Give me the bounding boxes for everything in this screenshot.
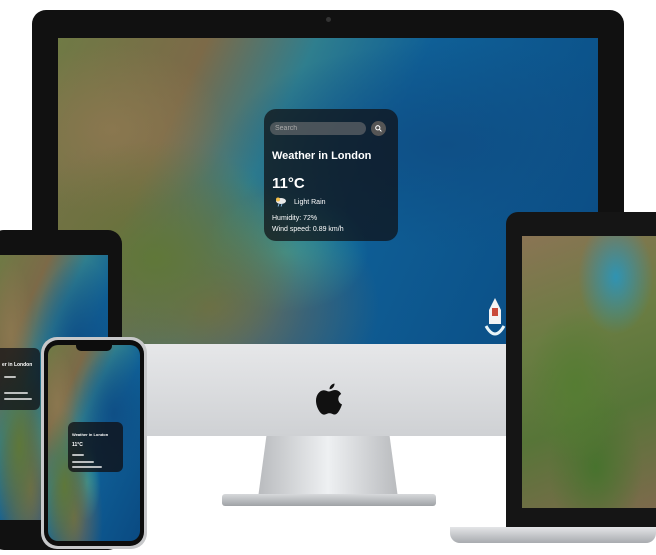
tablet-weather-line xyxy=(4,398,32,400)
laptop-wallpaper xyxy=(522,236,656,508)
wind-speed-text: Wind speed: 0.89 km/h xyxy=(272,226,344,233)
tablet-weather-title: er in London xyxy=(2,362,33,368)
phone-weather-temperature: 11°C xyxy=(72,442,83,448)
phone-weather-line xyxy=(72,454,84,456)
phone-weather-line xyxy=(72,466,102,468)
imac-stand xyxy=(258,436,398,498)
weather-city-title: Weather in London xyxy=(272,150,372,162)
tablet-weather-line xyxy=(4,392,28,394)
phone-weather-title: Weather in London xyxy=(72,432,109,437)
search-input[interactable] xyxy=(270,122,366,135)
laptop-base xyxy=(450,527,656,543)
rain-cloud-icon xyxy=(276,197,286,207)
apple-logo-icon xyxy=(316,383,342,415)
weather-description: Light Rain xyxy=(294,199,326,206)
phone-notch xyxy=(76,344,112,351)
weather-temperature: 11°C xyxy=(272,175,305,192)
imac-stand-base xyxy=(222,494,436,506)
humidity-text: Humidity: 72% xyxy=(272,215,318,222)
camera-icon xyxy=(326,17,331,22)
boat-icon xyxy=(484,298,506,336)
search-icon xyxy=(375,125,382,132)
tablet-weather-card xyxy=(0,348,40,410)
tablet-weather-line xyxy=(4,376,16,378)
search-button[interactable] xyxy=(371,121,386,136)
phone-weather-line xyxy=(72,461,94,463)
